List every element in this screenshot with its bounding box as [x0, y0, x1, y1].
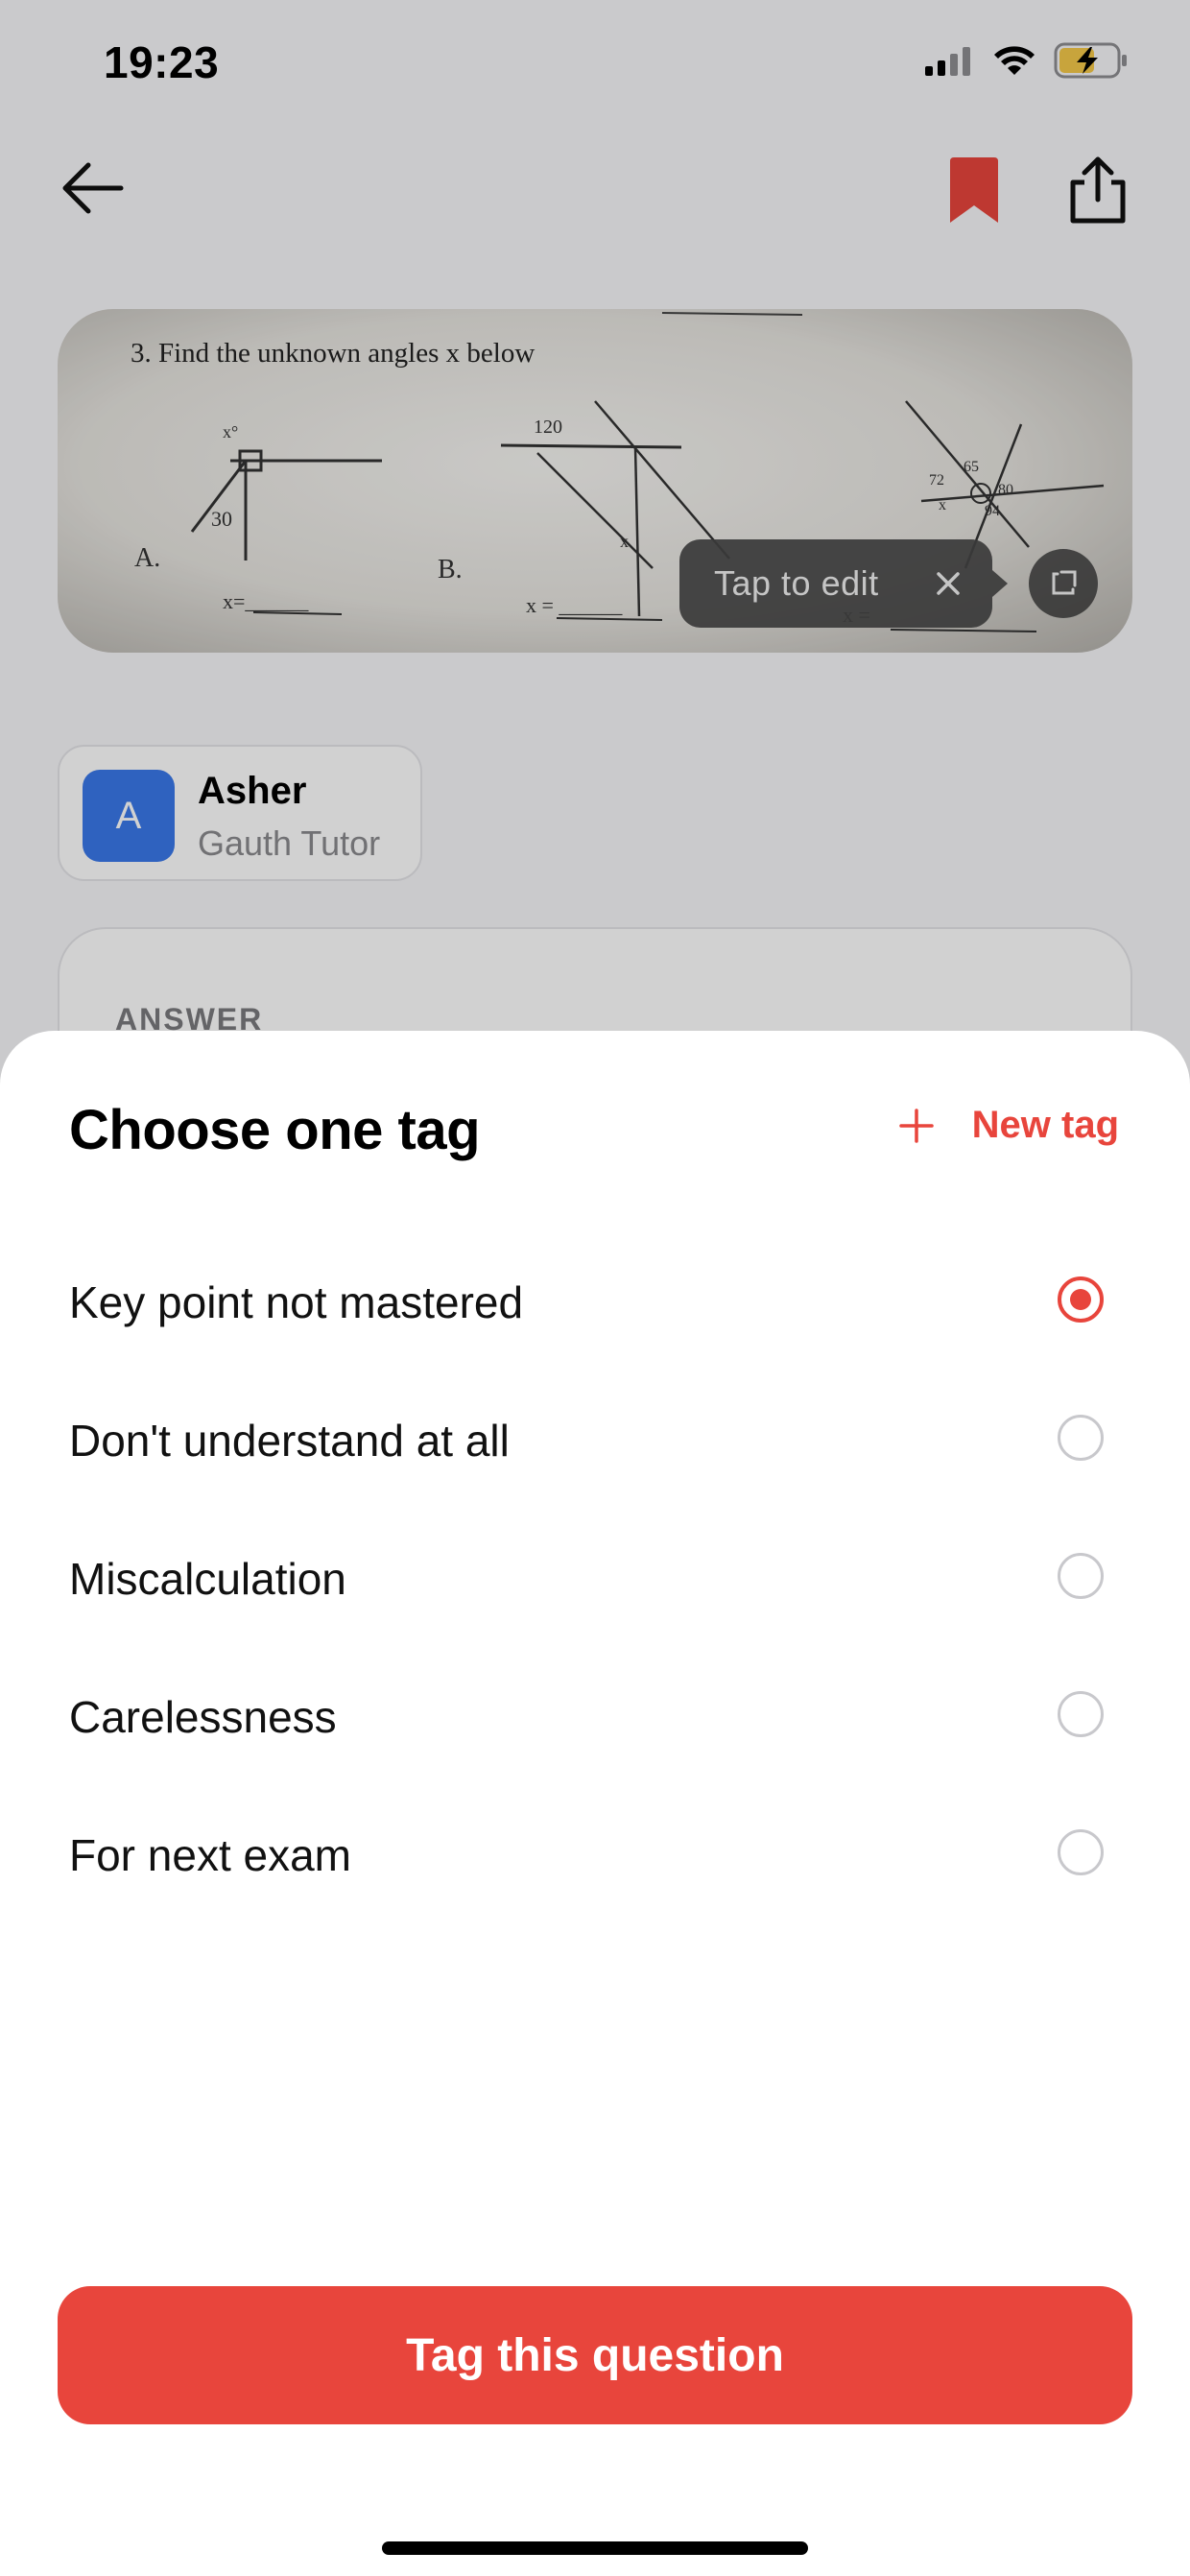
- sheet-title: Choose one tag: [69, 1099, 481, 1161]
- radio-unselected[interactable]: [1058, 1415, 1104, 1461]
- tag-option[interactable]: Miscalculation: [0, 1509, 1190, 1647]
- tag-option[interactable]: Don't understand at all: [0, 1371, 1190, 1509]
- tag-list: Key point not mastered Don't understand …: [0, 1232, 1190, 1923]
- new-tag-label: New tag: [971, 1104, 1119, 1146]
- tag-option[interactable]: Key point not mastered: [0, 1232, 1190, 1371]
- home-indicator: [382, 2541, 808, 2555]
- tag-option-label: Carelessness: [69, 1692, 337, 1742]
- tag-option-label: Don't understand at all: [69, 1416, 510, 1466]
- tag-bottom-sheet: Choose one tag New tag Key point not mas…: [0, 1031, 1190, 2576]
- radio-selected[interactable]: [1058, 1276, 1104, 1323]
- tag-this-question-button[interactable]: Tag this question: [58, 2286, 1132, 2424]
- radio-unselected[interactable]: [1058, 1553, 1104, 1599]
- tag-option-label: Miscalculation: [69, 1554, 346, 1604]
- radio-unselected[interactable]: [1058, 1691, 1104, 1737]
- tag-option[interactable]: Carelessness: [0, 1647, 1190, 1785]
- plus-icon: [898, 1108, 934, 1143]
- new-tag-button[interactable]: New tag: [897, 1104, 1119, 1147]
- tag-option[interactable]: For next exam: [0, 1785, 1190, 1923]
- tag-option-label: Key point not mastered: [69, 1277, 524, 1327]
- tag-option-label: For next exam: [69, 1830, 351, 1880]
- screen: 19:23 3. Find the unknown angles x below…: [0, 0, 1190, 2576]
- radio-unselected[interactable]: [1058, 1829, 1104, 1875]
